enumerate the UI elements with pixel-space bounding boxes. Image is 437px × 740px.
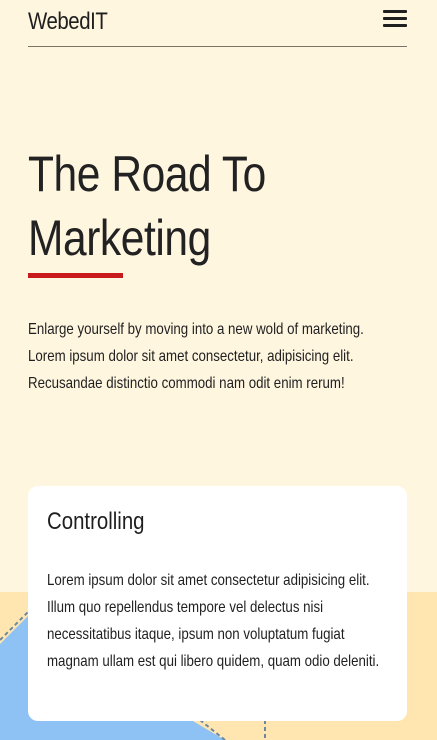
brand-logo[interactable]: WebedIT — [28, 8, 108, 36]
hero-title-line-1: The Road To — [28, 146, 266, 202]
navbar: WebedIT — [28, 0, 407, 47]
hamburger-menu-icon[interactable] — [383, 9, 407, 29]
controlling-card: Controlling Lorem ipsum dolor sit amet c… — [28, 486, 407, 721]
card-description: Lorem ipsum dolor sit amet consectetur a… — [47, 572, 380, 670]
hero-description: Enlarge yourself by moving into a new wo… — [28, 321, 364, 392]
title-underline — [28, 273, 123, 278]
hero-title-line-2: Marketing — [28, 210, 211, 266]
hero-title: The Road To Marketing — [28, 142, 266, 270]
card-title: Controlling — [47, 508, 145, 535]
